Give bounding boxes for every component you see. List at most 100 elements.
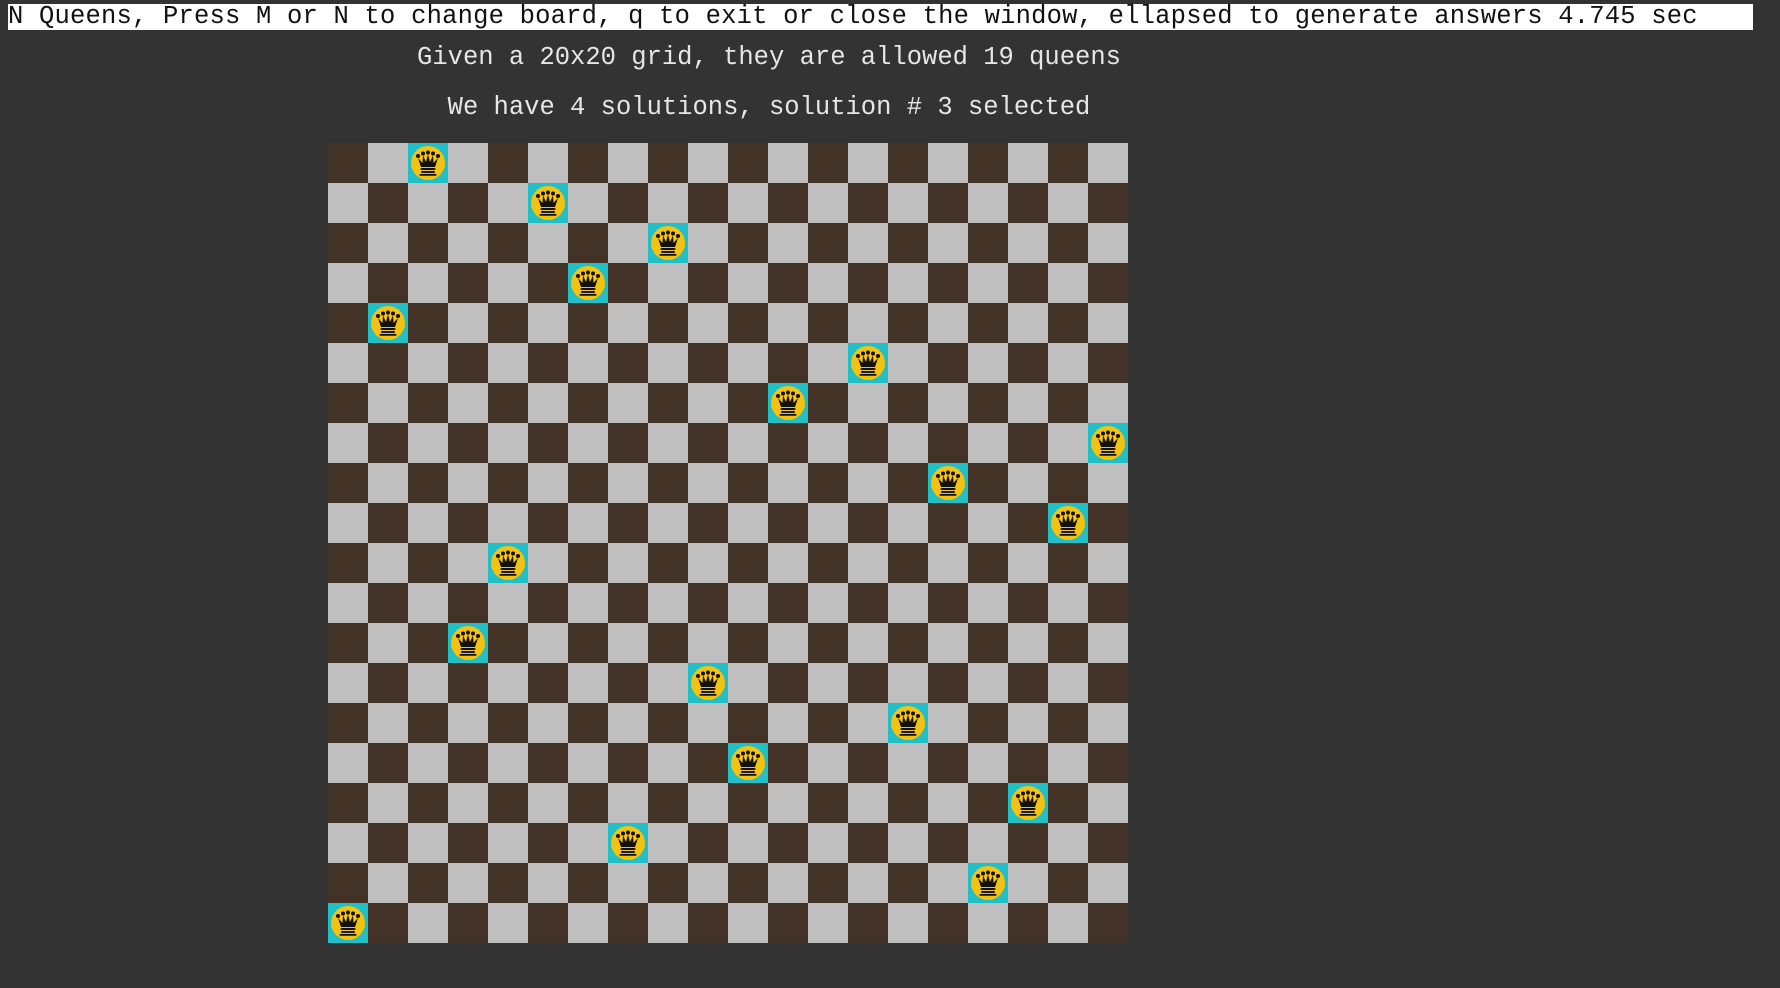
board-cell[interactable]: [568, 343, 608, 383]
board-cell[interactable]: [1048, 303, 1088, 343]
queen-cell[interactable]: [928, 463, 968, 503]
board-cell[interactable]: [568, 143, 608, 183]
board-cell[interactable]: [1048, 783, 1088, 823]
board-cell[interactable]: [888, 823, 928, 863]
board-cell[interactable]: [408, 583, 448, 623]
board-cell[interactable]: [688, 703, 728, 743]
board-cell[interactable]: [488, 143, 528, 183]
board-cell[interactable]: [448, 583, 488, 623]
board-cell[interactable]: [728, 263, 768, 303]
board-cell[interactable]: [808, 783, 848, 823]
board-cell[interactable]: [728, 423, 768, 463]
board-cell[interactable]: [728, 663, 768, 703]
board-cell[interactable]: [848, 463, 888, 503]
board-cell[interactable]: [728, 863, 768, 903]
board-cell[interactable]: [808, 183, 848, 223]
board-cell[interactable]: [528, 703, 568, 743]
board-cell[interactable]: [408, 463, 448, 503]
board-cell[interactable]: [968, 343, 1008, 383]
board-cell[interactable]: [928, 223, 968, 263]
board-cell[interactable]: [1048, 183, 1088, 223]
board-cell[interactable]: [648, 583, 688, 623]
board-cell[interactable]: [968, 463, 1008, 503]
board-cell[interactable]: [368, 543, 408, 583]
board-cell[interactable]: [528, 743, 568, 783]
board-cell[interactable]: [368, 703, 408, 743]
board-cell[interactable]: [1008, 623, 1048, 663]
board-cell[interactable]: [608, 223, 648, 263]
board-cell[interactable]: [528, 343, 568, 383]
queen-cell[interactable]: [368, 303, 408, 343]
board-cell[interactable]: [688, 583, 728, 623]
board-cell[interactable]: [1008, 903, 1048, 943]
queen-cell[interactable]: [648, 223, 688, 263]
board-cell[interactable]: [1008, 223, 1048, 263]
queen-cell[interactable]: [448, 623, 488, 663]
board-cell[interactable]: [848, 903, 888, 943]
board-cell[interactable]: [848, 863, 888, 903]
board-cell[interactable]: [928, 663, 968, 703]
board-cell[interactable]: [808, 383, 848, 423]
board-cell[interactable]: [808, 343, 848, 383]
board-cell[interactable]: [488, 223, 528, 263]
board-cell[interactable]: [768, 743, 808, 783]
board-cell[interactable]: [368, 423, 408, 463]
queen-cell[interactable]: [488, 543, 528, 583]
board-cell[interactable]: [1008, 743, 1048, 783]
board-cell[interactable]: [328, 663, 368, 703]
board-cell[interactable]: [888, 903, 928, 943]
board-cell[interactable]: [648, 863, 688, 903]
board-cell[interactable]: [448, 223, 488, 263]
board-cell[interactable]: [368, 463, 408, 503]
board-cell[interactable]: [328, 623, 368, 663]
board-cell[interactable]: [448, 343, 488, 383]
board-cell[interactable]: [968, 783, 1008, 823]
board-cell[interactable]: [368, 223, 408, 263]
board-cell[interactable]: [448, 463, 488, 503]
board-cell[interactable]: [1088, 703, 1128, 743]
board-cell[interactable]: [928, 743, 968, 783]
board-cell[interactable]: [408, 743, 448, 783]
board-cell[interactable]: [888, 343, 928, 383]
board-cell[interactable]: [888, 183, 928, 223]
board-cell[interactable]: [848, 663, 888, 703]
board-cell[interactable]: [1088, 263, 1128, 303]
board-cell[interactable]: [848, 703, 888, 743]
board-cell[interactable]: [528, 823, 568, 863]
board-cell[interactable]: [488, 663, 528, 703]
board-cell[interactable]: [688, 743, 728, 783]
board-cell[interactable]: [368, 743, 408, 783]
board-cell[interactable]: [368, 343, 408, 383]
board-cell[interactable]: [1088, 303, 1128, 343]
board-cell[interactable]: [888, 383, 928, 423]
board-cell[interactable]: [848, 423, 888, 463]
board-cell[interactable]: [848, 383, 888, 423]
board-cell[interactable]: [848, 143, 888, 183]
board-cell[interactable]: [568, 823, 608, 863]
board-cell[interactable]: [608, 463, 648, 503]
board-cell[interactable]: [968, 303, 1008, 343]
queen-cell[interactable]: [888, 703, 928, 743]
board-cell[interactable]: [1048, 583, 1088, 623]
board-cell[interactable]: [888, 783, 928, 823]
board-cell[interactable]: [1008, 423, 1048, 463]
board-cell[interactable]: [968, 423, 1008, 463]
board-cell[interactable]: [1008, 503, 1048, 543]
queen-cell[interactable]: [688, 663, 728, 703]
board-cell[interactable]: [528, 303, 568, 343]
queen-cell[interactable]: [1048, 503, 1088, 543]
board-cell[interactable]: [368, 263, 408, 303]
board-cell[interactable]: [808, 663, 848, 703]
board-cell[interactable]: [848, 743, 888, 783]
board-cell[interactable]: [648, 663, 688, 703]
board-cell[interactable]: [1048, 223, 1088, 263]
board-cell[interactable]: [1008, 263, 1048, 303]
board-cell[interactable]: [888, 623, 928, 663]
board-cell[interactable]: [328, 463, 368, 503]
board-cell[interactable]: [688, 463, 728, 503]
board-cell[interactable]: [968, 823, 1008, 863]
board-cell[interactable]: [688, 863, 728, 903]
board-cell[interactable]: [768, 263, 808, 303]
board-cell[interactable]: [928, 543, 968, 583]
board-cell[interactable]: [1088, 503, 1128, 543]
